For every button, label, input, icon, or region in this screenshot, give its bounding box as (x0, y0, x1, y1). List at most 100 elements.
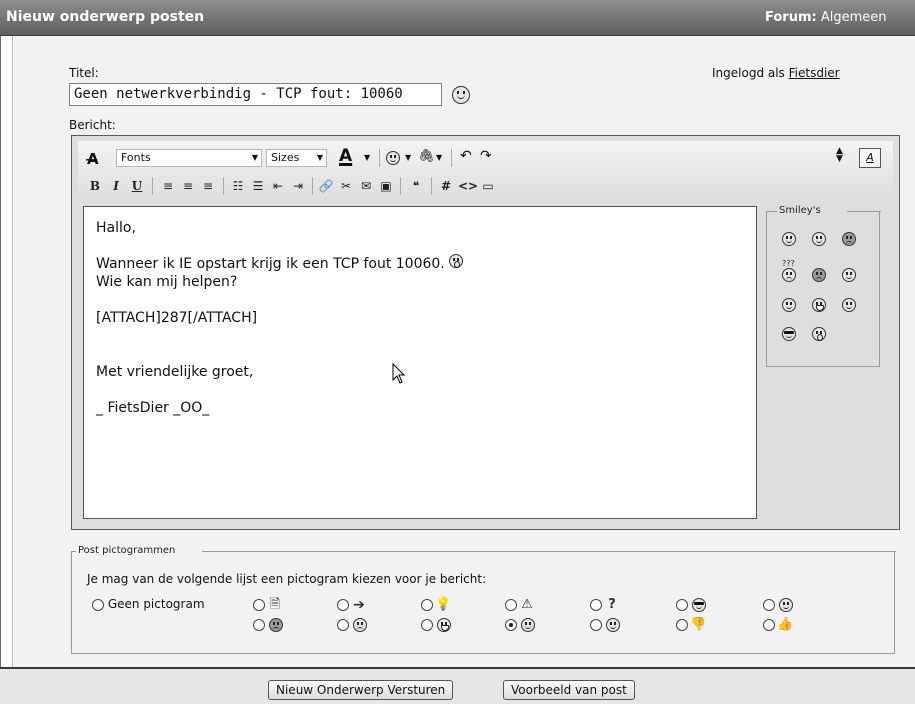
chevron-down-icon[interactable]: ▼ (436, 153, 442, 162)
radio-lightbulb[interactable]: 💡 (421, 597, 451, 613)
chevron-down-icon[interactable]: ▼ (364, 153, 370, 162)
confused-icon[interactable] (782, 268, 796, 282)
insert-link-icon[interactable]: 🔗 (318, 178, 334, 194)
ordered-list-icon[interactable]: ☷ (230, 178, 246, 194)
radio-button[interactable] (676, 619, 688, 631)
radio-redface[interactable] (505, 617, 535, 632)
italic-icon[interactable]: I (108, 178, 124, 194)
remove-format-icon[interactable]: A̶ (87, 150, 99, 168)
radio-button[interactable] (763, 619, 775, 631)
message-textarea[interactable]: Hallo, Wanneer ik IE opstart krijg ik ee… (83, 206, 757, 519)
radio-button[interactable] (676, 598, 688, 611)
radio-thumbs-down[interactable]: 👎 (676, 617, 706, 633)
title-smiley-icon[interactable] (452, 86, 470, 104)
rolleyes-icon[interactable] (842, 298, 856, 312)
radio-button[interactable] (253, 599, 265, 611)
message-line: [ATTACH]287[/ATTACH] (96, 310, 258, 326)
html-icon[interactable]: <> (458, 178, 478, 194)
forum-name: Algemeen (820, 10, 887, 25)
chevron-down-icon[interactable]: ▼ (405, 153, 411, 162)
smile-icon[interactable] (782, 232, 796, 246)
radio-frown[interactable] (337, 617, 367, 632)
message-line: Met vriendelijke groet, (96, 364, 254, 380)
radio-button[interactable] (337, 599, 349, 611)
text-color-icon[interactable]: A (339, 146, 352, 166)
radio-button[interactable] (421, 618, 433, 631)
radio-button[interactable] (253, 618, 265, 631)
font-select[interactable]: Fonts ▼ (116, 149, 262, 167)
fieldset-border (767, 211, 777, 212)
insert-email-icon[interactable]: ✉ (358, 178, 374, 194)
message-line-text: Wanneer ik IE opstart krijg ik een TCP f… (96, 256, 445, 272)
redo-icon[interactable]: ↷ (480, 148, 492, 164)
title-input[interactable]: Geen netwerkverbindig - TCP fout: 10060 (69, 83, 442, 106)
cool-icon (691, 597, 706, 612)
radio-button[interactable] (337, 618, 349, 631)
radio-exclamation[interactable]: ⚠ (505, 597, 535, 613)
radio-arrow[interactable]: ➔ (337, 597, 367, 613)
radio-smile[interactable] (763, 597, 793, 612)
redface-icon (520, 617, 535, 632)
radio-no-icon[interactable]: Geen pictogram (92, 597, 205, 611)
unordered-list-icon[interactable]: ☰ (250, 178, 266, 194)
eek-icon[interactable] (812, 327, 826, 341)
radio-button[interactable] (421, 599, 433, 611)
mouse-cursor-icon (392, 363, 406, 384)
confused-marks-icon: ??? (782, 259, 795, 268)
message-line (96, 237, 744, 255)
chevron-down-icon: ▼ (316, 153, 323, 162)
message-line: _ FietsDier _OO_ (96, 400, 210, 416)
forum-breadcrumb: Forum: Algemeen (765, 10, 915, 25)
toolbar-separator (451, 149, 452, 167)
submit-new-topic-button[interactable]: Nieuw Onderwerp Versturen (268, 680, 454, 700)
undo-icon[interactable]: ↶ (460, 148, 472, 164)
frown-icon[interactable] (812, 268, 826, 282)
radio-button[interactable] (92, 598, 104, 611)
underline-icon[interactable]: U (129, 178, 145, 194)
bold-icon[interactable]: B (87, 178, 103, 194)
preview-post-button[interactable]: Voorbeeld van post (503, 680, 635, 700)
align-right-icon[interactable]: ≡ (200, 178, 216, 194)
attachment-icon[interactable]: 🖇 (418, 149, 435, 164)
switch-editor-mode-icon[interactable]: A (859, 148, 881, 168)
radio-doc[interactable]: 🗎 (253, 597, 283, 613)
quote-icon[interactable]: ❝ (408, 178, 424, 194)
align-left-icon[interactable]: ≡ (160, 178, 176, 194)
align-center-icon[interactable]: ≡ (180, 178, 196, 194)
smile-icon[interactable] (812, 232, 826, 246)
insert-image-icon[interactable]: ▣ (378, 178, 394, 194)
insert-smiley-icon[interactable] (386, 151, 400, 165)
frown-icon (352, 617, 367, 632)
arrow-icon: ➔ (353, 597, 365, 613)
radio-question[interactable]: ? (590, 597, 620, 613)
code-icon[interactable]: # (438, 178, 454, 194)
radio-button[interactable] (505, 599, 517, 611)
radio-button[interactable] (590, 599, 602, 611)
indent-icon[interactable]: ⇥ (290, 178, 306, 194)
outdent-icon[interactable]: ⇤ (270, 178, 286, 194)
size-select[interactable]: Sizes ▼ (266, 149, 327, 167)
radio-cool[interactable] (676, 597, 706, 612)
toolbar-separator (312, 177, 313, 195)
radio-wink[interactable] (590, 617, 620, 632)
mad-icon[interactable] (842, 232, 856, 246)
radio-biggrin[interactable] (421, 617, 451, 632)
radio-button[interactable] (590, 618, 602, 631)
smile-icon[interactable] (782, 298, 796, 312)
radio-button-selected[interactable] (505, 618, 517, 631)
radio-button[interactable] (763, 598, 775, 611)
lightbulb-icon: 💡 (435, 597, 452, 612)
wink-icon[interactable] (842, 268, 856, 282)
username-link[interactable]: Fietsdier (789, 66, 840, 80)
no-icon-label: Geen pictogram (107, 597, 205, 611)
resize-editor-icon[interactable]: ▲ ▼ (836, 147, 843, 164)
remove-link-icon[interactable]: ✂ (338, 178, 354, 194)
radio-thumbs-up[interactable]: 👍 (763, 617, 793, 633)
radio-mad[interactable] (253, 617, 283, 632)
wink-icon (605, 617, 620, 632)
biggrin-icon[interactable] (812, 298, 826, 312)
cool-icon[interactable] (782, 327, 796, 341)
toolbar-separator (223, 177, 224, 195)
message-line: Wie kan mij helpen? (96, 274, 238, 290)
php-icon[interactable]: ▭ (480, 178, 496, 194)
